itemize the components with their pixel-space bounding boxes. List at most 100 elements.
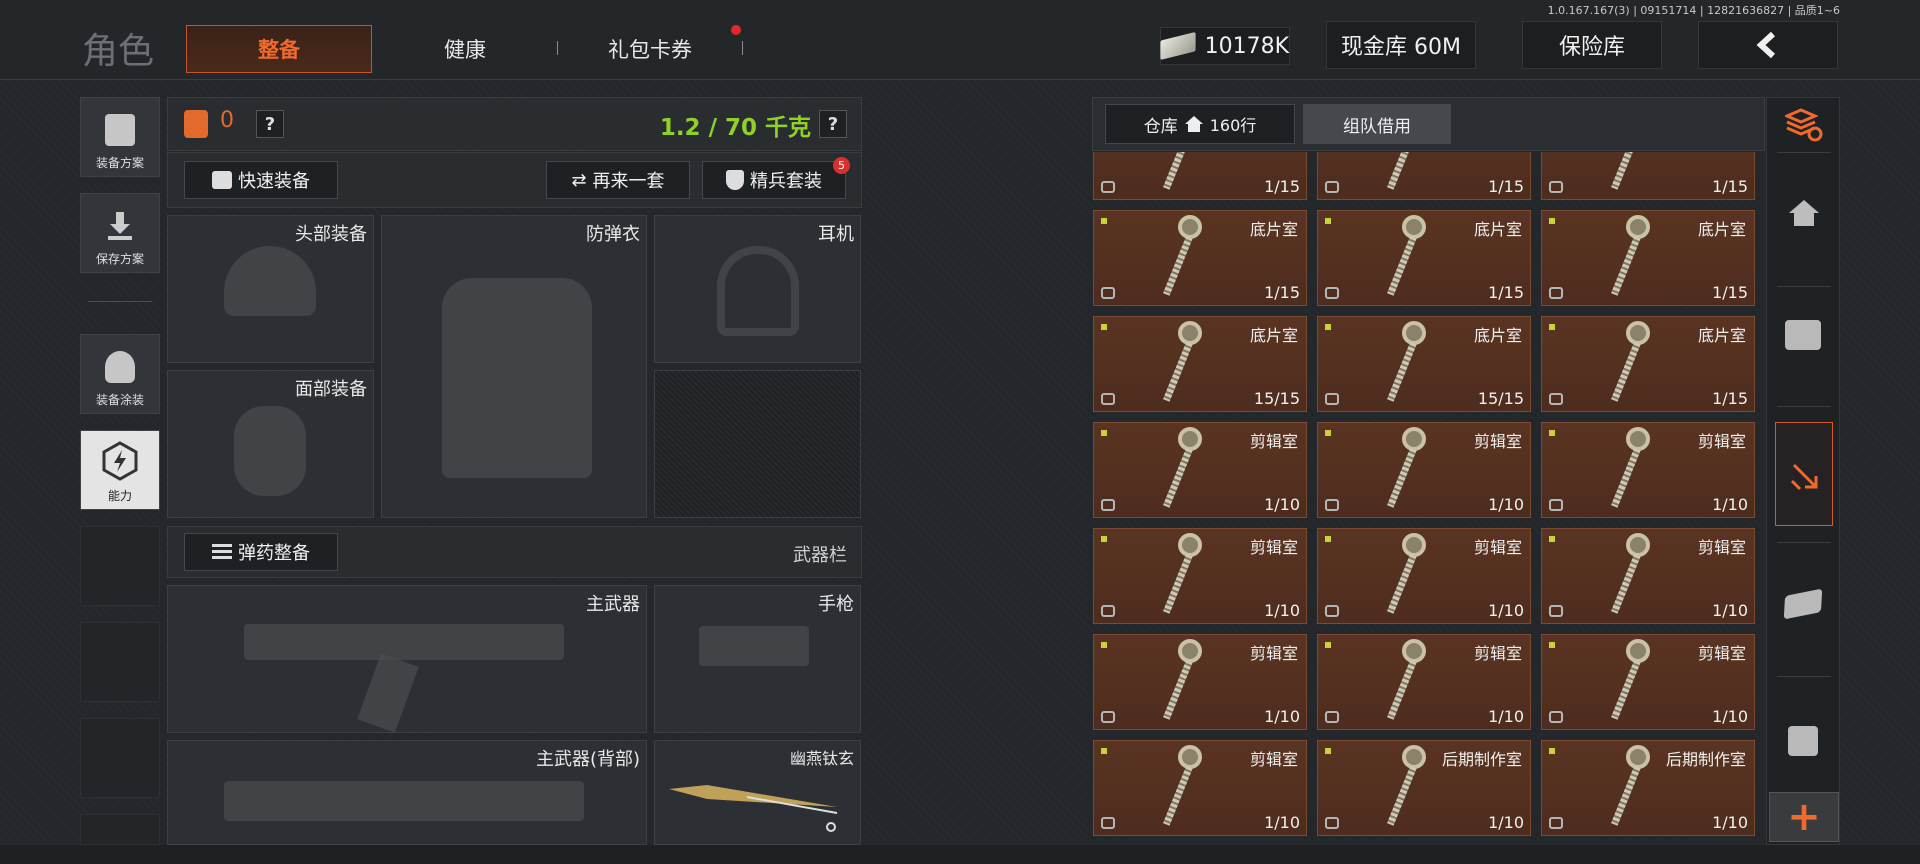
lock-icon [1325,181,1339,193]
item-name: 剪辑室 [1249,644,1298,663]
cash-vault-button[interactable]: 现金库 60M [1326,21,1476,69]
elite-kit-button[interactable]: 精兵套装 [702,161,846,199]
currency-display: 10178K [1160,27,1290,65]
side-nav-loadout-plans[interactable]: 装备方案 [80,97,160,177]
warehouse-item-card[interactable]: 剪辑室 1/10 [1541,422,1755,518]
page-title: 角色 [82,31,155,72]
primary-weapon-slot[interactable]: 主武器 [167,585,647,733]
warehouse-item-card[interactable]: 剪辑室 1/10 [1093,422,1307,518]
warehouse-item-card[interactable]: 剪辑室 1/10 [1317,634,1531,730]
item-count: 15/15 [1477,389,1524,408]
key-icon [1611,745,1650,829]
melee-slot[interactable]: 幽燕钛玄 [654,740,861,845]
warehouse-item-card[interactable]: 剪辑室 1/10 [1541,634,1755,730]
face-gear-slot[interactable]: 面部装备 [167,370,374,518]
side-nav-ability[interactable]: 能力 [80,430,160,510]
item-name: 底片室 [1697,326,1746,345]
chevron-left-icon [1756,31,1776,59]
ammo-icon [212,544,232,560]
quality-dot [1325,748,1331,754]
pistol-slot[interactable]: 手枪 [654,585,861,733]
tab-gift-cards[interactable]: 礼包卡券 [585,25,715,73]
weight-help-button[interactable]: ? [819,110,847,138]
headset-icon [717,246,799,336]
lock-icon [1549,287,1563,299]
side-nav-save-plan[interactable]: 保存方案 [80,193,160,273]
armor-count: 0 [220,108,234,133]
lock-icon [1325,287,1339,299]
head-gear-slot[interactable]: 头部装备 [167,215,374,363]
quality-dot [1325,642,1331,648]
item-count: 1/10 [1488,601,1524,620]
lock-icon [1549,393,1563,405]
ammo-prep-button[interactable]: 弹药整备 [184,533,338,571]
weight-bar: 0 ? 1.2 / 70 千克 ? [167,97,862,151]
helmet-paint-icon [105,351,135,383]
warehouse-item-card[interactable]: 底片室 1/15 [1541,316,1755,412]
back-button[interactable] [1698,21,1838,69]
safe-vault-button[interactable]: 保险库 [1522,21,1662,69]
rail-divider [1777,286,1831,287]
item-count: 1/10 [1488,813,1524,832]
spear-icon [669,785,838,832]
warehouse-item-card[interactable]: 底片室 1/15 [1541,210,1755,306]
quality-dot [1325,430,1331,436]
key-icon [1163,745,1202,829]
coins-icon[interactable] [1785,320,1821,350]
warehouse-item-card[interactable]: 底片室 1/15 [1317,210,1531,306]
team-borrow-tab[interactable]: 组队借用 [1303,104,1451,144]
stack-refresh-icon[interactable] [1785,108,1823,142]
key-icon [1387,215,1426,299]
back-weapon-slot[interactable]: 主武器(背部) [167,740,647,845]
rail-divider [1777,676,1831,677]
warehouse-item-card[interactable]: 剪辑室 1/10 [1093,740,1307,836]
warehouse-item-card[interactable]: 剪辑室 1/10 [1093,528,1307,624]
quality-dot [1549,748,1555,754]
reroll-loadout-button[interactable]: ⇄ 再来一套 [546,161,690,199]
warehouse-item-card[interactable]: 底片室 15/15 [1317,316,1531,412]
item-count: 1/15 [1488,177,1524,196]
cash-icon[interactable] [1783,588,1823,620]
sort-down-button[interactable] [1775,422,1833,526]
warehouse-item-card[interactable]: 1/15 [1541,152,1755,200]
notification-dot [731,25,741,35]
download-icon [108,212,132,240]
home-icon[interactable] [1787,198,1821,228]
weight-value: 1.2 / 70 千克 [659,115,811,141]
side-nav-empty-slot [80,526,160,606]
help-button[interactable]: ? [256,110,284,138]
warehouse-item-card[interactable]: 1/15 [1093,152,1307,200]
warehouse-tab[interactable]: 仓库 160行 [1105,104,1295,144]
tab-equip[interactable]: 整备 [186,25,372,73]
equip-toolbar: 快速装备 ⇄ 再来一套 精兵套装 5 [167,152,862,208]
item-count: 1/15 [1264,177,1300,196]
warehouse-item-card[interactable]: 后期制作室 1/10 [1317,740,1531,836]
lock-icon [1325,711,1339,723]
body-armor-slot[interactable]: 防弹衣 [381,215,647,518]
tab-health[interactable]: 健康 [400,25,530,73]
item-name: 剪辑室 [1249,538,1298,557]
box-icon[interactable] [1788,726,1818,756]
warehouse-item-card[interactable]: 底片室 1/15 [1093,210,1307,306]
rifle-icon [244,624,564,660]
quick-equip-button[interactable]: 快速装备 [184,161,338,199]
side-nav-paint[interactable]: 装备涂装 [80,334,160,414]
plus-icon[interactable]: + [1769,792,1839,842]
warehouse-item-card[interactable]: 后期制作室 1/10 [1541,740,1755,836]
warehouse-item-card[interactable]: 剪辑室 1/10 [1317,528,1531,624]
quality-dot [1101,536,1107,542]
side-nav-empty-slot [80,814,160,845]
warehouse-item-card[interactable]: 剪辑室 1/10 [1317,422,1531,518]
quality-dot [1325,324,1331,330]
warehouse-header: 仓库 160行 组队借用 [1092,97,1765,151]
item-name: 剪辑室 [1697,644,1746,663]
quality-dot [1549,218,1555,224]
warehouse-item-card[interactable]: 剪辑室 1/10 [1093,634,1307,730]
key-icon [1611,152,1646,193]
tab-divider [742,41,743,55]
warehouse-item-card[interactable]: 剪辑室 1/10 [1541,528,1755,624]
warehouse-item-card[interactable]: 底片室 15/15 [1093,316,1307,412]
side-nav-empty-slot [80,718,160,798]
warehouse-item-card[interactable]: 1/15 [1317,152,1531,200]
headset-slot[interactable]: 耳机 [654,215,861,363]
